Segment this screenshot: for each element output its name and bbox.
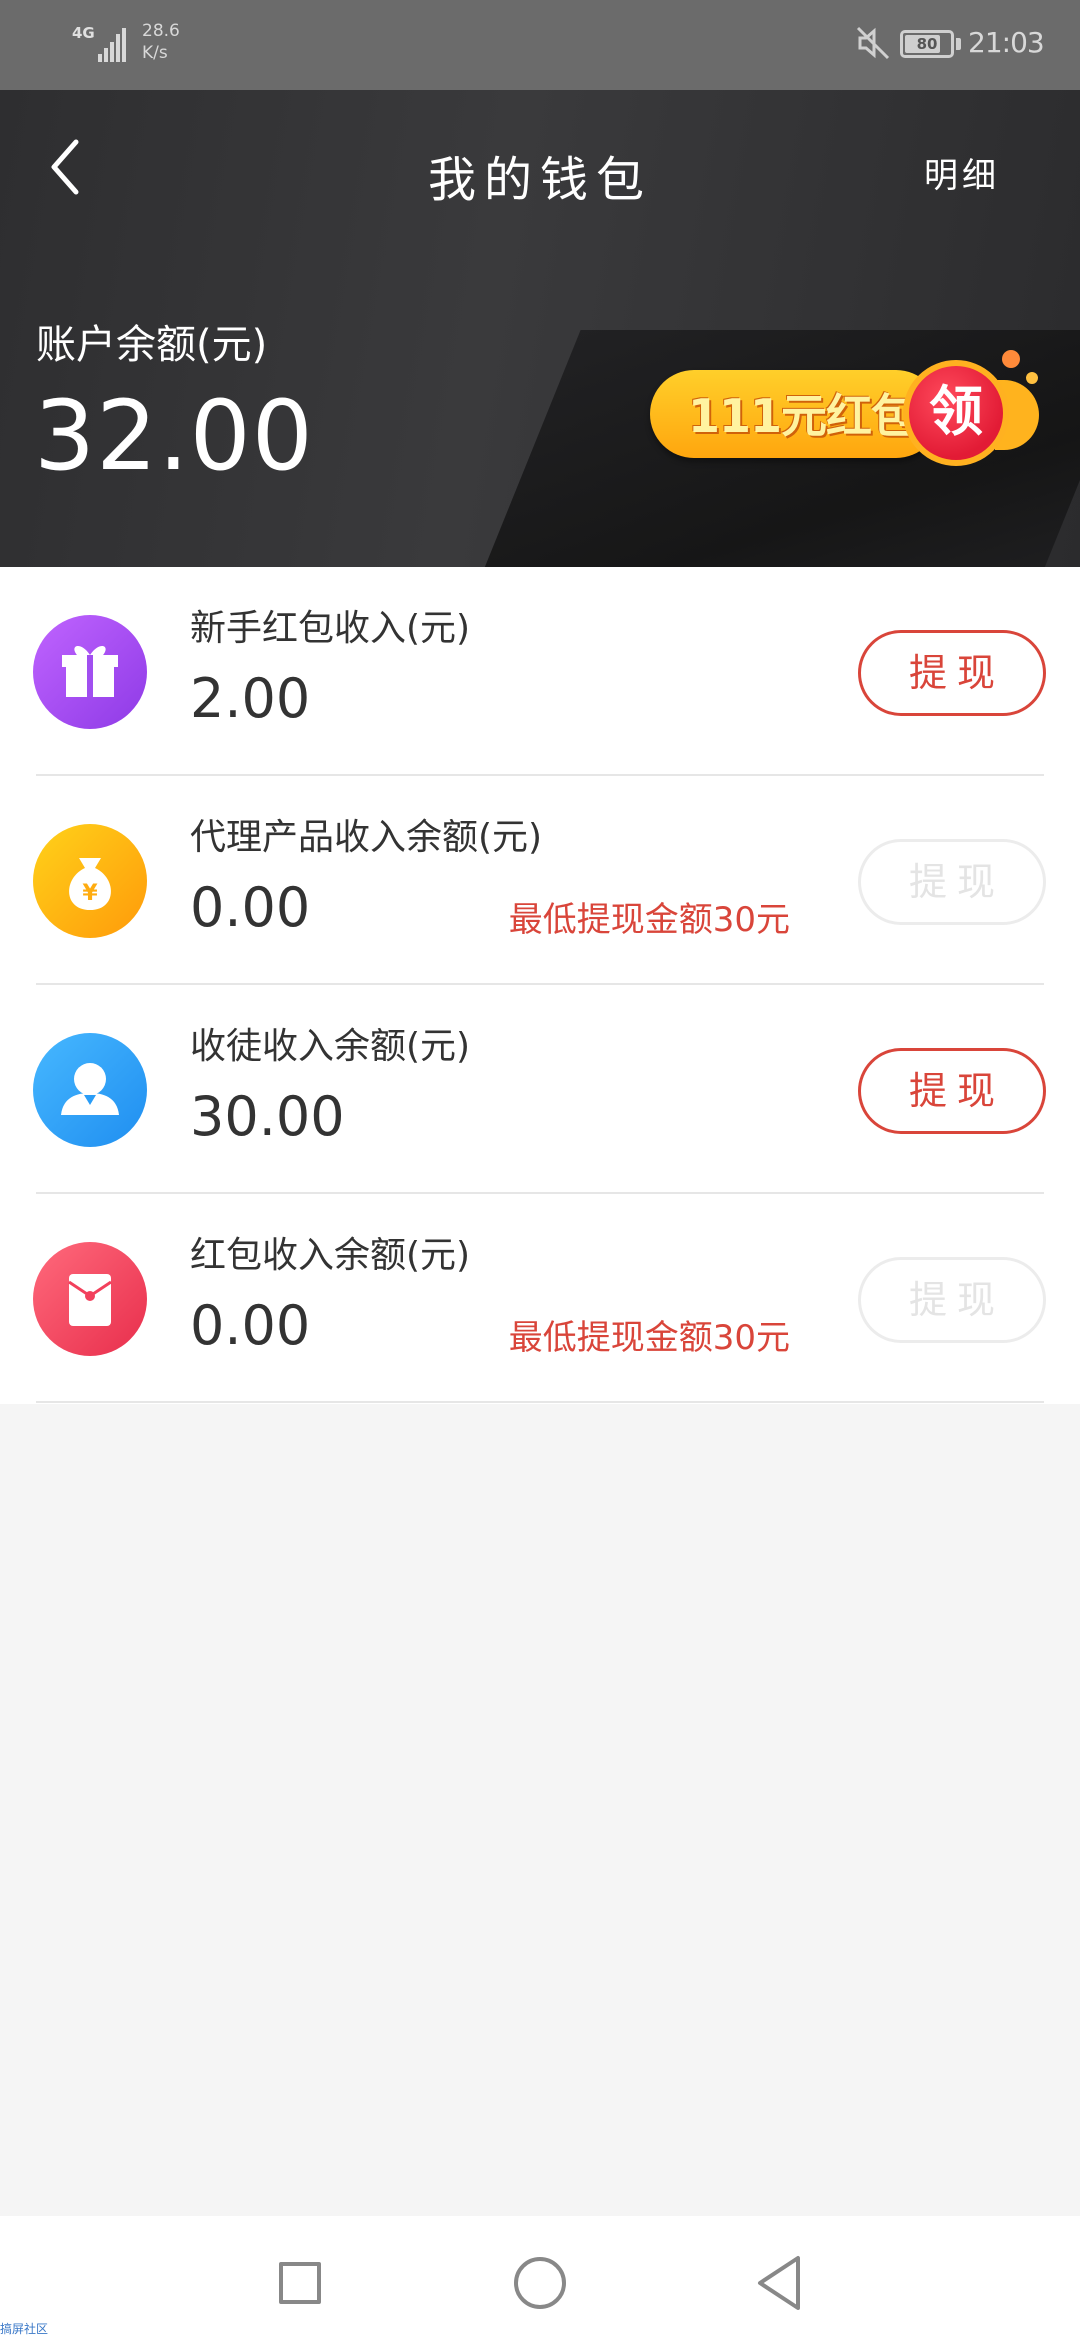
withdraw-button[interactable]: 提现 (858, 630, 1046, 716)
page-title: 我的钱包 (427, 152, 652, 208)
battery-icon: 80 (900, 30, 954, 58)
row-value: 0.00 (190, 1294, 311, 1357)
gift-icon (33, 615, 147, 729)
list-item: 红包收入余额(元) 0.00 最低提现金额30元 提现 (0, 1194, 1080, 1403)
row-value: 30.00 (190, 1085, 345, 1148)
income-list: 新手红包收入(元) 2.00 提现 ¥ 代理产品收入余额(元) 0.00 最低提… (0, 567, 1080, 1404)
money-bag-icon: ¥ (33, 824, 147, 938)
wallet-header: 我的钱包 明细 账户余额(元) 32.00 111元红包 领 (0, 90, 1080, 567)
recents-icon[interactable] (279, 2262, 321, 2304)
row-label: 新手红包收入(元) (190, 608, 471, 649)
row-label: 红包收入余额(元) (190, 1235, 471, 1276)
clock: 21:03 (968, 26, 1045, 59)
redpacket-text: 111元红包 (688, 389, 917, 443)
system-nav-bar (0, 2216, 1080, 2340)
signal-icon (98, 28, 126, 62)
status-bar: 4G 28.6 K/s 80 21:03 (0, 0, 1080, 90)
balance-label: 账户余额(元) (36, 322, 268, 368)
minimum-withdraw-note: 最低提现金额30元 (508, 900, 790, 940)
user-icon (33, 1033, 147, 1147)
mute-icon (856, 26, 890, 60)
home-icon[interactable] (514, 2257, 566, 2309)
withdraw-button[interactable]: 提现 (858, 839, 1046, 925)
list-item: ¥ 代理产品收入余额(元) 0.00 最低提现金额30元 提现 (0, 776, 1080, 985)
row-label: 代理产品收入余额(元) (190, 817, 543, 858)
red-envelope-icon (33, 1242, 147, 1356)
list-item: 收徒收入余额(元) 30.00 提现 (0, 985, 1080, 1194)
detail-link[interactable]: 明细 (924, 148, 1000, 197)
watermark: 搞屏社区 (0, 2322, 49, 2336)
redpacket-claim-button[interactable]: 领 (903, 360, 1009, 466)
minimum-withdraw-note: 最低提现金额30元 (508, 1318, 790, 1358)
back-triangle-icon[interactable] (754, 2254, 804, 2312)
redpacket-banner[interactable]: 111元红包 领 (650, 350, 1045, 480)
row-value: 2.00 (190, 667, 311, 730)
network-speed: 28.6 K/s (142, 21, 180, 63)
list-item: 新手红包收入(元) 2.00 提现 (0, 567, 1080, 776)
withdraw-button[interactable]: 提现 (858, 1048, 1046, 1134)
balance-value: 32.00 (34, 380, 314, 492)
withdraw-button[interactable]: 提现 (858, 1257, 1046, 1343)
svg-text:¥: ¥ (82, 881, 98, 906)
row-value: 0.00 (190, 876, 311, 939)
row-label: 收徒收入余额(元) (190, 1026, 471, 1067)
